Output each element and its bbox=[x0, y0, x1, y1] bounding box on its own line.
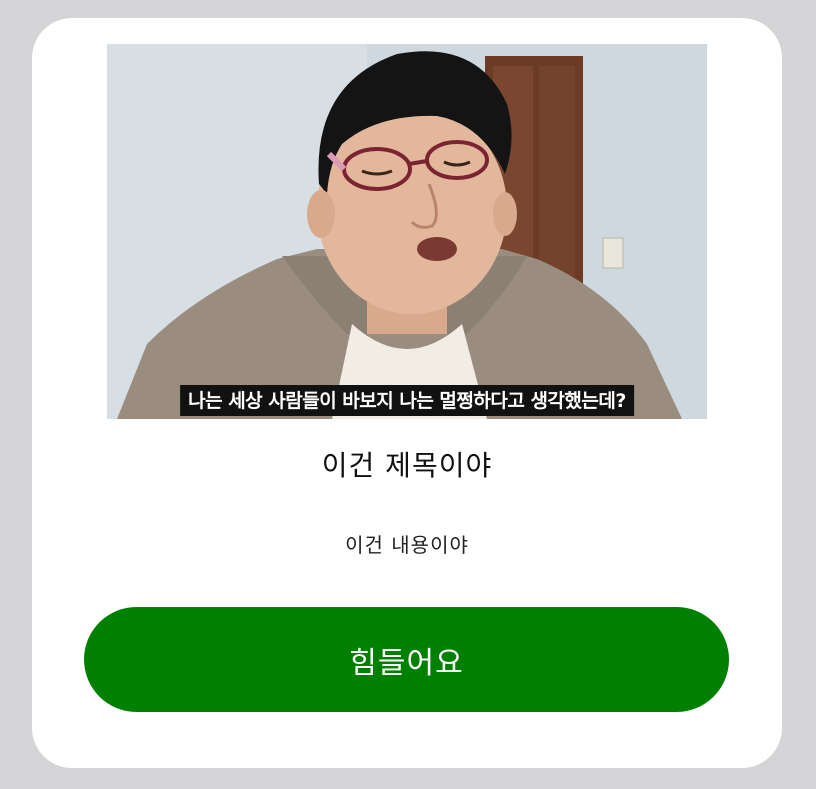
video-frame-image: 나는 세상 사람들이 바보지 나는 멀쩡하다고 생각했는데? bbox=[107, 44, 707, 419]
card-content: 이건 내용이야 bbox=[345, 533, 469, 557]
video-subtitle-caption: 나는 세상 사람들이 바보지 나는 멀쩡하다고 생각했는데? bbox=[180, 385, 634, 416]
person-illustration bbox=[107, 44, 707, 419]
struggling-button[interactable]: 힘들어요 bbox=[84, 607, 729, 712]
card-title: 이건 제목이야 bbox=[321, 449, 493, 482]
card: 나는 세상 사람들이 바보지 나는 멀쩡하다고 생각했는데? 이건 제목이야 이… bbox=[32, 18, 782, 768]
